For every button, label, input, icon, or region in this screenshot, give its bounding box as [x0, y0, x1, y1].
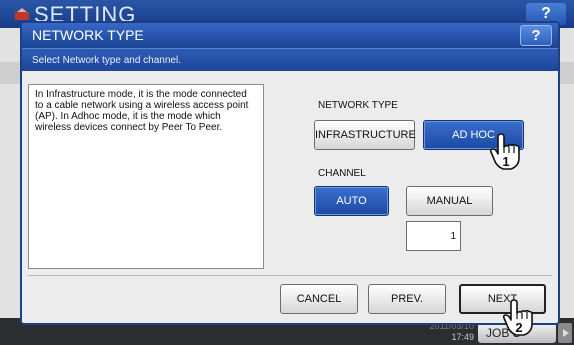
infrastructure-button[interactable]: INFRASTRUCTURE — [314, 120, 416, 150]
network-type-dialog: NETWORK TYPE ? Select Network type and c… — [20, 21, 560, 325]
scroll-right-arrow-icon[interactable] — [558, 323, 572, 343]
pointing-hand-icon: 1 — [489, 133, 520, 170]
channel-auto-button[interactable]: AUTO — [314, 186, 389, 216]
pointing-hand-icon: 2 — [502, 299, 533, 336]
callout-number: 2 — [515, 320, 522, 335]
dialog-title: NETWORK TYPE — [32, 27, 144, 43]
channel-number-field[interactable]: 1 — [406, 221, 461, 251]
cancel-button[interactable]: CANCEL — [280, 284, 358, 314]
divider — [28, 275, 552, 276]
network-type-label: NETWORK TYPE — [318, 100, 398, 111]
prev-button[interactable]: PREV. — [368, 284, 446, 314]
description-box: In Infrastructure mode, it is the mode c… — [28, 84, 264, 269]
clock-time: 17:49 — [451, 332, 474, 342]
dialog-titlebar: NETWORK TYPE ? — [22, 23, 558, 48]
channel-label: CHANNEL — [318, 168, 366, 179]
callout-number: 1 — [502, 154, 509, 169]
dialog-instruction-bar: Select Network type and channel. — [22, 48, 558, 71]
dialog-instruction: Select Network type and channel. — [32, 55, 181, 66]
setting-logo-icon — [15, 8, 29, 20]
channel-manual-button[interactable]: MANUAL — [406, 186, 493, 216]
dialog-help-button[interactable]: ? — [520, 25, 552, 46]
